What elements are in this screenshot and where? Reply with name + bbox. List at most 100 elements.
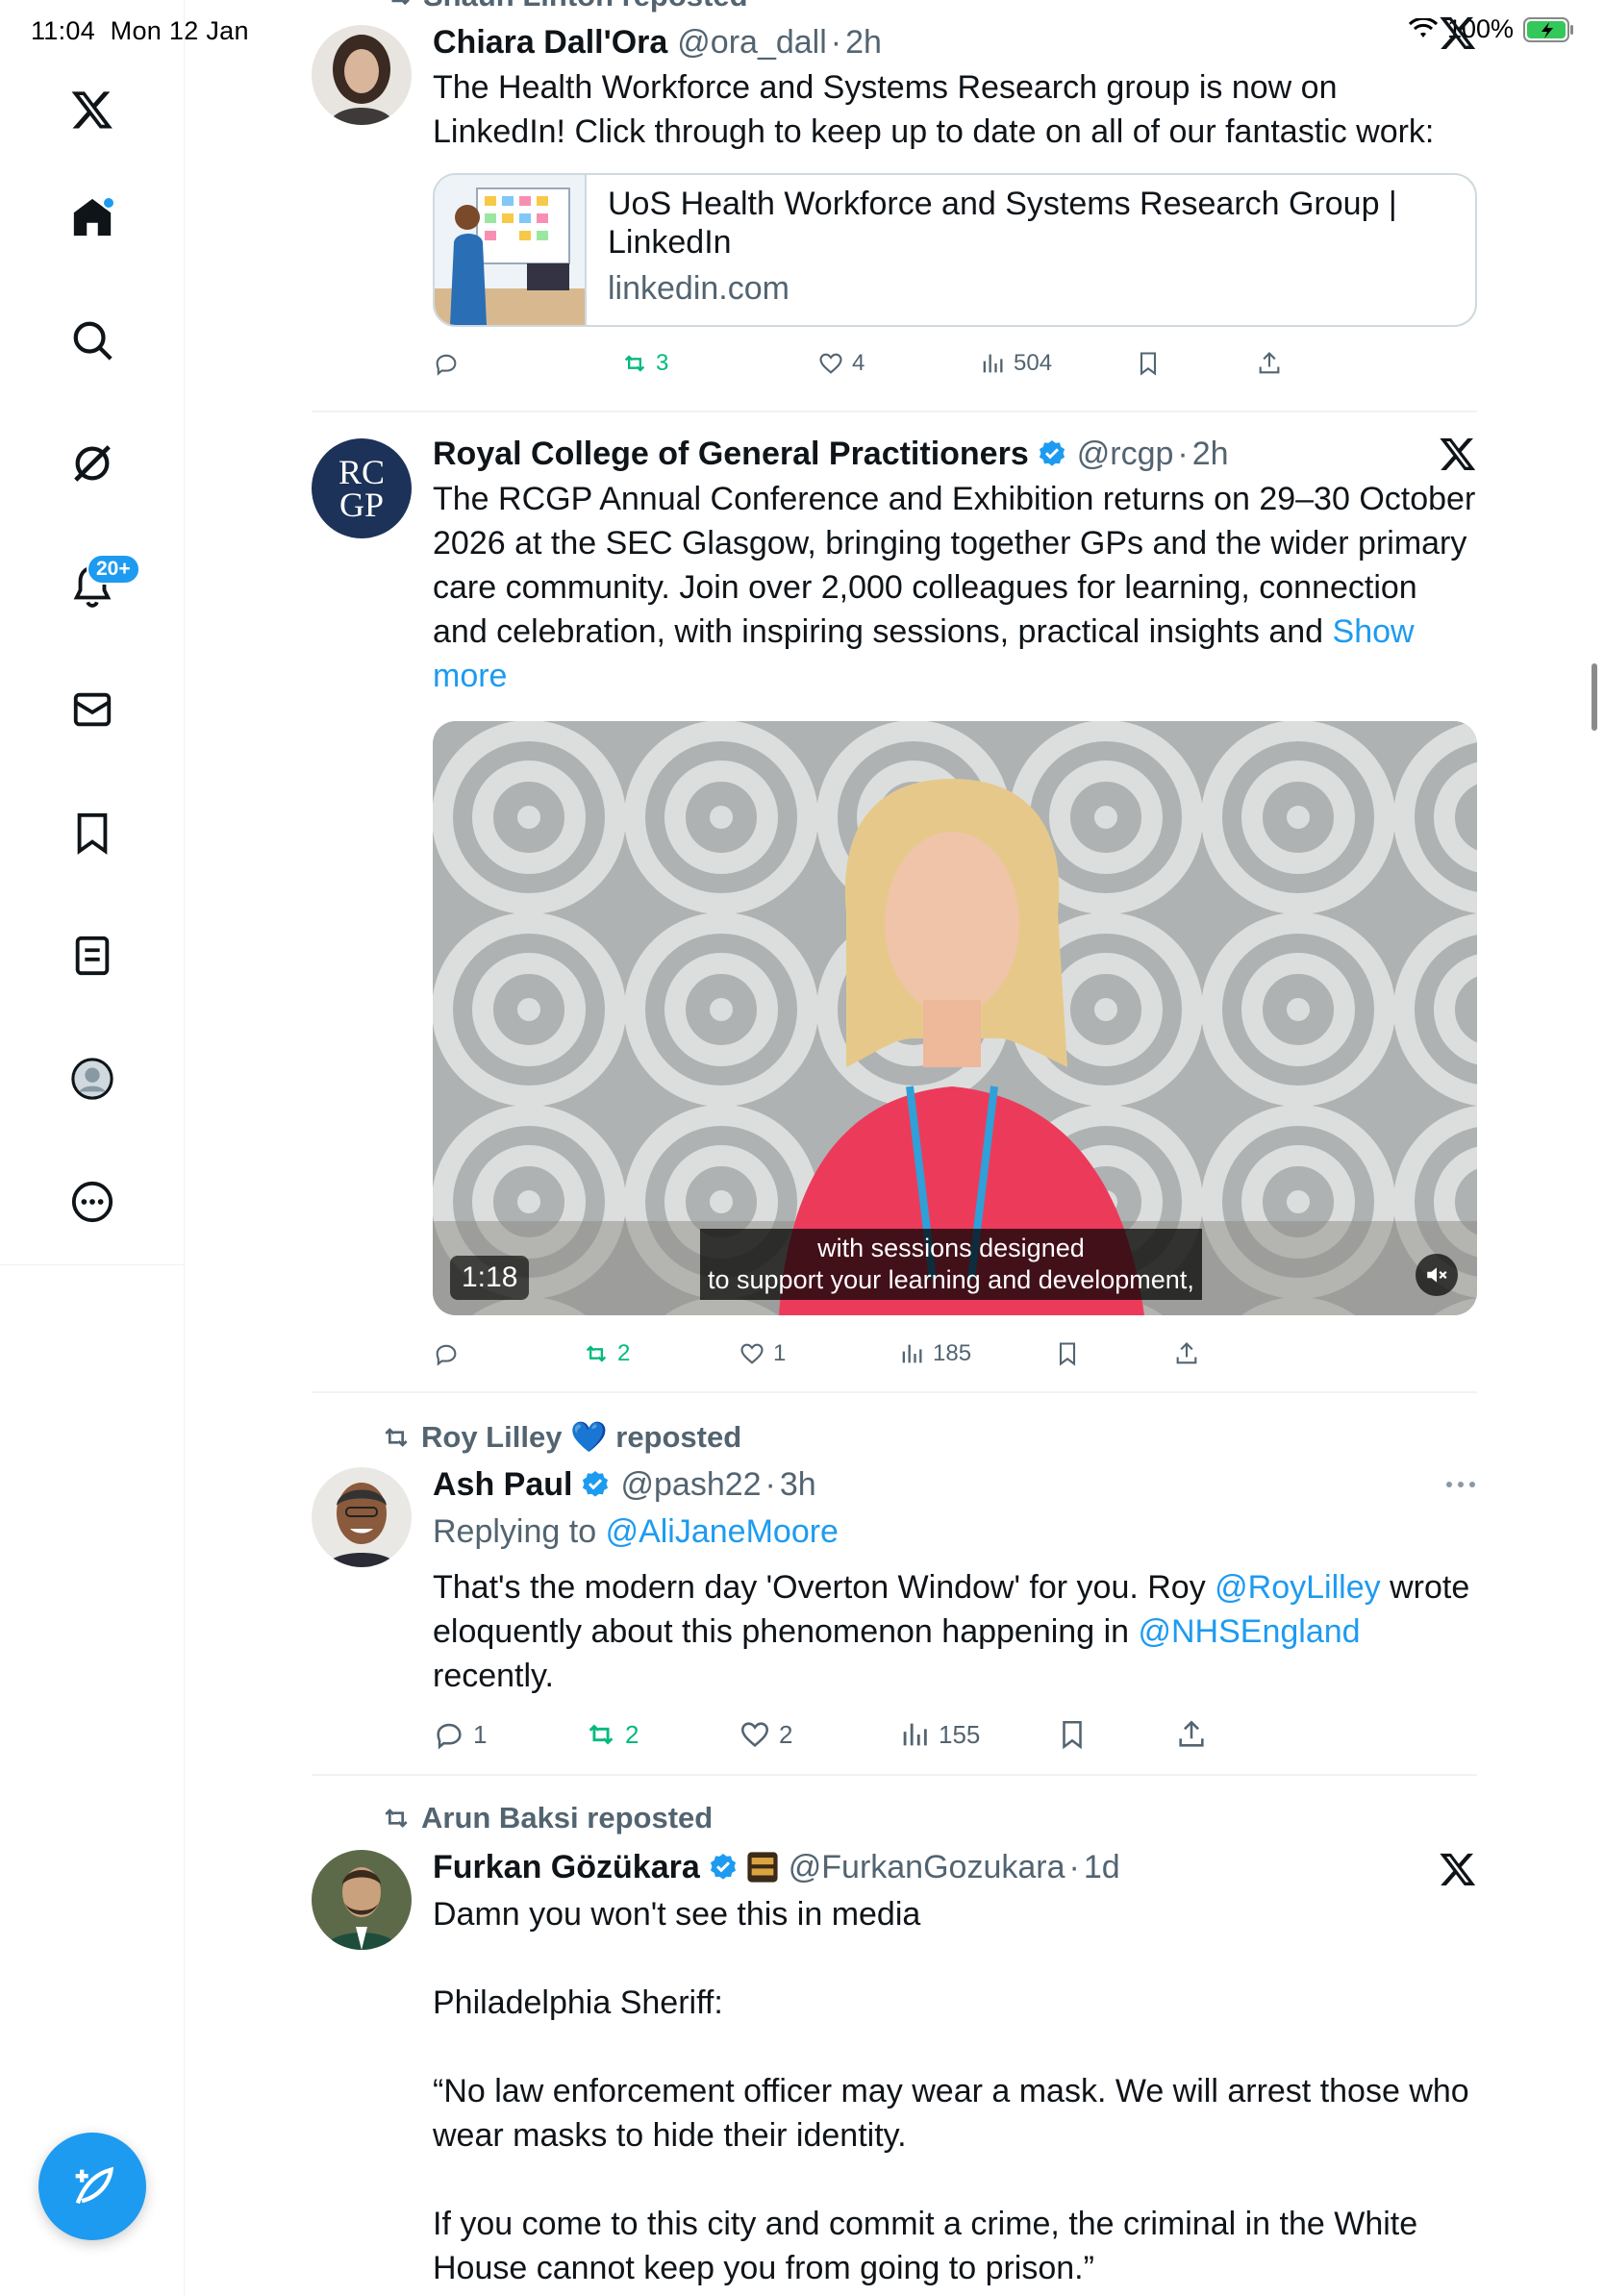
repost-small-icon: [391, 0, 410, 6]
sidebar-item-profile[interactable]: [50, 1036, 135, 1121]
replying-to-link[interactable]: @AliJaneMoore: [606, 1513, 839, 1550]
repost-button[interactable]: 3: [621, 342, 668, 385]
speaker-muted-icon: [1427, 1267, 1447, 1283]
post-header: Royal College of General Practitioners @…: [433, 431, 1477, 477]
video-player[interactable]: 1:18 with sessions designed to support yo…: [433, 721, 1477, 1315]
reply-icon: [436, 1344, 457, 1366]
reply-count: 1: [473, 1719, 488, 1749]
author-name[interactable]: Furkan Gözükara: [433, 1849, 700, 1886]
like-count: 4: [852, 350, 865, 376]
author-name[interactable]: Royal College of General Practitioners: [433, 436, 1029, 473]
post-ash-paul[interactable]: Ash Paul @pash22 · 3h Replying to @AliJa…: [312, 1461, 1477, 1750]
repost-icon: [624, 355, 645, 372]
avatar-chiara[interactable]: [312, 25, 412, 125]
post-rcgp[interactable]: RC GP Royal College of General Practitio…: [312, 431, 1477, 1390]
views-button[interactable]: 185: [898, 1333, 971, 1375]
post-time[interactable]: 3h: [780, 1466, 816, 1504]
post-paragraph: Damn you won't see this in media: [433, 1896, 921, 1933]
separator-dot: ·: [1177, 435, 1189, 472]
video-frame: [433, 721, 1477, 1315]
post-paragraph: “No law enforcement officer may wear a m…: [433, 2073, 1469, 2154]
like-button[interactable]: 2: [739, 1713, 792, 1756]
mention-link[interactable]: @RoyLilley: [1215, 1569, 1380, 1606]
scroll-indicator[interactable]: [1591, 663, 1597, 731]
post-time[interactable]: 2h: [1192, 436, 1229, 473]
more-options-icon[interactable]: [1444, 1477, 1477, 1492]
post-text: The Health Workforce and Systems Researc…: [433, 69, 1435, 150]
post-header: Furkan Gözükara @FurkanGozukara · 1d: [433, 1844, 1477, 1890]
post-paragraph: Philadelphia Sheriff:: [433, 1984, 723, 2021]
sidebar-item-home-logo[interactable]: [50, 67, 135, 152]
views-count: 155: [939, 1719, 981, 1749]
author-handle[interactable]: @rcgp: [1077, 436, 1174, 473]
separator-dot: ·: [1068, 1848, 1080, 1885]
bookmark-button[interactable]: [1054, 1333, 1081, 1375]
sidebar-divider: [0, 1264, 185, 1265]
sidebar-item-messages[interactable]: [50, 667, 135, 752]
sidebar-item-explore[interactable]: [50, 298, 135, 383]
avatar-rcgp[interactable]: RC GP: [312, 438, 412, 538]
video-duration: 1:18: [450, 1256, 530, 1300]
bookmark-button[interactable]: [1135, 342, 1162, 385]
views-icon: [902, 1344, 922, 1363]
x-close-icon[interactable]: [1439, 1850, 1477, 1888]
bookmark-button[interactable]: [1056, 1713, 1089, 1756]
reply-icon: [436, 354, 457, 376]
x-close-icon[interactable]: [1439, 435, 1477, 473]
post-chiara[interactable]: Chiara Dall'Ora @ora_dall · 2h The Healt…: [312, 16, 1477, 413]
x-logo-icon: [71, 91, 113, 129]
verified-badge-icon: [710, 1854, 736, 1880]
heart-icon: [740, 1343, 764, 1364]
views-button[interactable]: 504: [979, 342, 1052, 385]
views-button[interactable]: 155: [898, 1713, 980, 1756]
author-name[interactable]: Ash Paul: [433, 1466, 572, 1504]
author-name[interactable]: Chiara Dall'Ora: [433, 24, 667, 62]
sidebar-item-home[interactable]: [50, 175, 135, 260]
heart-icon: [740, 1722, 769, 1747]
share-button[interactable]: [1256, 342, 1283, 385]
post-time[interactable]: 2h: [845, 24, 882, 62]
sidebar-item-more[interactable]: [50, 1160, 135, 1244]
post-header: Chiara Dall'Ora @ora_dall · 2h: [433, 19, 1477, 65]
heart-icon: [819, 353, 842, 374]
bookmarks-icon: [77, 812, 108, 855]
post-time[interactable]: 1d: [1084, 1849, 1120, 1886]
reply-button[interactable]: [433, 1333, 460, 1375]
share-button[interactable]: [1173, 1333, 1200, 1375]
repost-small-icon: [385, 1809, 408, 1828]
views-count: 504: [1014, 350, 1053, 376]
post-furkan[interactable]: Furkan Gözükara @FurkanGozukara · 1d Dam…: [312, 1844, 1477, 2296]
post-divider: [312, 1774, 1477, 1776]
sidebar-item-grok[interactable]: [50, 421, 135, 506]
avatar-ash-paul[interactable]: [312, 1467, 412, 1567]
author-handle[interactable]: @pash22: [620, 1466, 761, 1504]
lists-icon: [75, 936, 110, 976]
link-card[interactable]: UoS Health Workforce and Systems Researc…: [433, 173, 1477, 327]
like-button[interactable]: 1: [739, 1333, 786, 1375]
sidebar-item-notifications[interactable]: 20+: [50, 544, 140, 629]
post-actions: 1 2 2 155: [433, 1713, 1477, 1756]
post-divider: [312, 1391, 1477, 1393]
repost-count: 2: [617, 1340, 631, 1366]
post-divider: [312, 411, 1477, 412]
mention-link[interactable]: @NHSEngland: [1138, 1613, 1360, 1650]
partial-repost-label: Shaun Linton reposted: [385, 0, 748, 13]
like-button[interactable]: 4: [817, 342, 865, 385]
avatar-furkan[interactable]: [312, 1850, 412, 1950]
repost-count: 2: [625, 1719, 639, 1749]
x-close-icon[interactable]: [1439, 13, 1477, 52]
author-handle[interactable]: @FurkanGozukara: [789, 1849, 1065, 1886]
link-card-image: [435, 175, 587, 325]
reply-button[interactable]: 1: [433, 1713, 487, 1756]
more-icon: [71, 1181, 113, 1223]
author-handle[interactable]: @ora_dall: [677, 24, 827, 62]
reply-button[interactable]: [433, 342, 460, 385]
compose-post-button[interactable]: [38, 2133, 146, 2240]
views-icon: [903, 1723, 927, 1746]
share-button[interactable]: [1175, 1713, 1208, 1756]
sidebar-item-bookmarks[interactable]: [50, 790, 135, 875]
sidebar-item-lists[interactable]: [50, 913, 135, 998]
mute-button[interactable]: [1416, 1254, 1458, 1296]
repost-button[interactable]: 2: [583, 1333, 630, 1375]
repost-button[interactable]: 2: [585, 1713, 639, 1756]
